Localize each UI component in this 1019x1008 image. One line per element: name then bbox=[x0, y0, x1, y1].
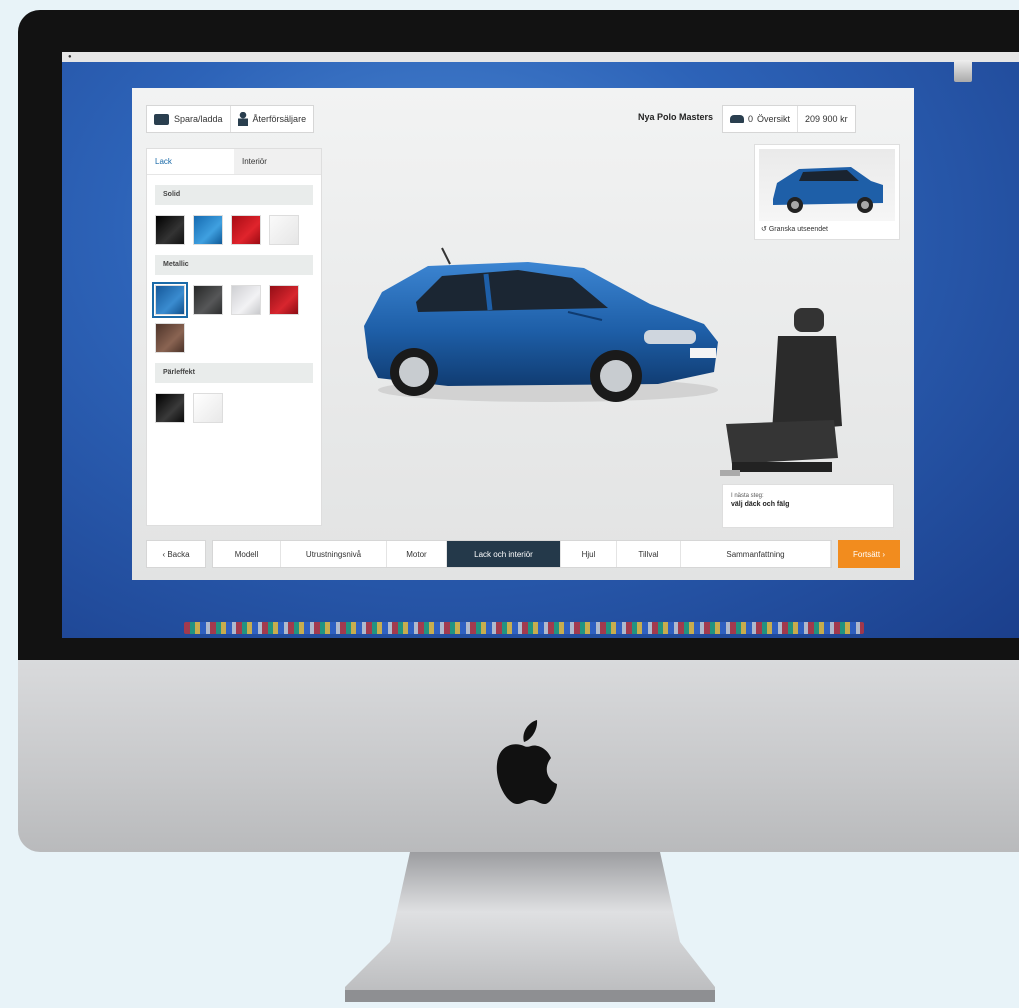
swatch-pearl-white[interactable] bbox=[193, 393, 223, 423]
step-navigation: ‹ Backa Modell Utrustningsnivå Motor Lac… bbox=[146, 540, 900, 568]
back-button[interactable]: ‹ Backa bbox=[146, 540, 206, 568]
car-icon bbox=[730, 115, 744, 123]
step-trim-level[interactable]: Utrustningsnivå bbox=[281, 541, 387, 567]
folder-icon bbox=[154, 113, 169, 125]
save-load-button[interactable]: Spara/ladda bbox=[147, 106, 230, 132]
swatch-pearl-black[interactable] bbox=[155, 393, 185, 423]
swatch-group-pearl bbox=[147, 383, 323, 423]
swatch-solid-red[interactable] bbox=[231, 215, 261, 245]
total-price: 209 900 kr bbox=[797, 106, 855, 132]
dock[interactable] bbox=[184, 622, 864, 634]
step-summary[interactable]: Sammanfattning bbox=[681, 541, 831, 567]
overview-label: Översikt bbox=[757, 114, 791, 124]
step-paint-interior[interactable]: Lack och interiör bbox=[447, 541, 561, 567]
cart-count: 0 bbox=[748, 114, 754, 124]
preview-image bbox=[759, 149, 895, 221]
continue-button[interactable]: Fortsätt › bbox=[838, 540, 900, 568]
save-load-label: Spara/ladda bbox=[174, 114, 223, 124]
model-name: Nya Polo Masters bbox=[638, 112, 714, 122]
swatch-group-metallic bbox=[147, 275, 323, 353]
exterior-preview[interactable]: ↺ Granska utseendet bbox=[754, 144, 900, 240]
imac-stand bbox=[345, 852, 715, 1002]
next-step-label: I nästa steg: bbox=[731, 493, 764, 499]
swatch-solid-blue[interactable] bbox=[193, 215, 223, 245]
swatch-metallic-brown[interactable] bbox=[155, 323, 185, 353]
swatch-metallic-silver[interactable] bbox=[231, 285, 261, 315]
seat-render bbox=[720, 308, 842, 476]
toolbar-left: Spara/ladda Återförsäljare bbox=[146, 105, 315, 133]
swatch-solid-white[interactable] bbox=[269, 215, 299, 245]
preview-label: ↺ Granska utseendet bbox=[761, 226, 828, 233]
swatch-metallic-red[interactable] bbox=[269, 285, 299, 315]
tab-interior[interactable]: Interiör bbox=[234, 149, 321, 174]
swatch-metallic-blue[interactable] bbox=[152, 282, 188, 318]
color-options-panel: Lack Interiör Solid Metallic Pärleffekt bbox=[146, 148, 322, 526]
configurator-window: Spara/ladda Återförsäljare Nya Polo Mast… bbox=[132, 88, 914, 580]
swatch-group-solid bbox=[147, 205, 323, 245]
apple-menu-icon[interactable]: ● bbox=[68, 54, 72, 60]
overview-button[interactable]: 0 Översikt bbox=[723, 106, 797, 132]
next-step-hint: I nästa steg: välj däck och fälg bbox=[722, 484, 894, 528]
section-metallic: Metallic bbox=[155, 255, 313, 275]
step-engine[interactable]: Motor bbox=[387, 541, 447, 567]
car-render bbox=[364, 247, 718, 402]
next-step-text: välj däck och fälg bbox=[731, 501, 790, 508]
section-solid: Solid bbox=[155, 185, 313, 205]
dealer-button[interactable]: Återförsäljare bbox=[229, 106, 314, 132]
panel-tabs: Lack Interiör bbox=[147, 149, 321, 175]
hard-drive-icon[interactable] bbox=[954, 60, 972, 82]
swatch-metallic-grey[interactable] bbox=[193, 285, 223, 315]
apple-logo-icon bbox=[496, 720, 557, 804]
steps-list: Modell Utrustningsnivå Motor Lack och in… bbox=[212, 540, 832, 568]
step-options[interactable]: Tillval bbox=[617, 541, 681, 567]
menu-bar: ● bbox=[62, 52, 1019, 62]
person-icon bbox=[237, 112, 248, 126]
swatch-solid-black[interactable] bbox=[155, 215, 185, 245]
tab-paint[interactable]: Lack bbox=[147, 149, 234, 174]
rotate-icon: ↺ bbox=[761, 226, 767, 233]
step-model[interactable]: Modell bbox=[213, 541, 281, 567]
step-wheels[interactable]: Hjul bbox=[561, 541, 617, 567]
section-pearl: Pärleffekt bbox=[155, 363, 313, 383]
price-box: 0 Översikt 209 900 kr bbox=[722, 105, 856, 133]
dealer-label: Återförsäljare bbox=[252, 114, 307, 124]
